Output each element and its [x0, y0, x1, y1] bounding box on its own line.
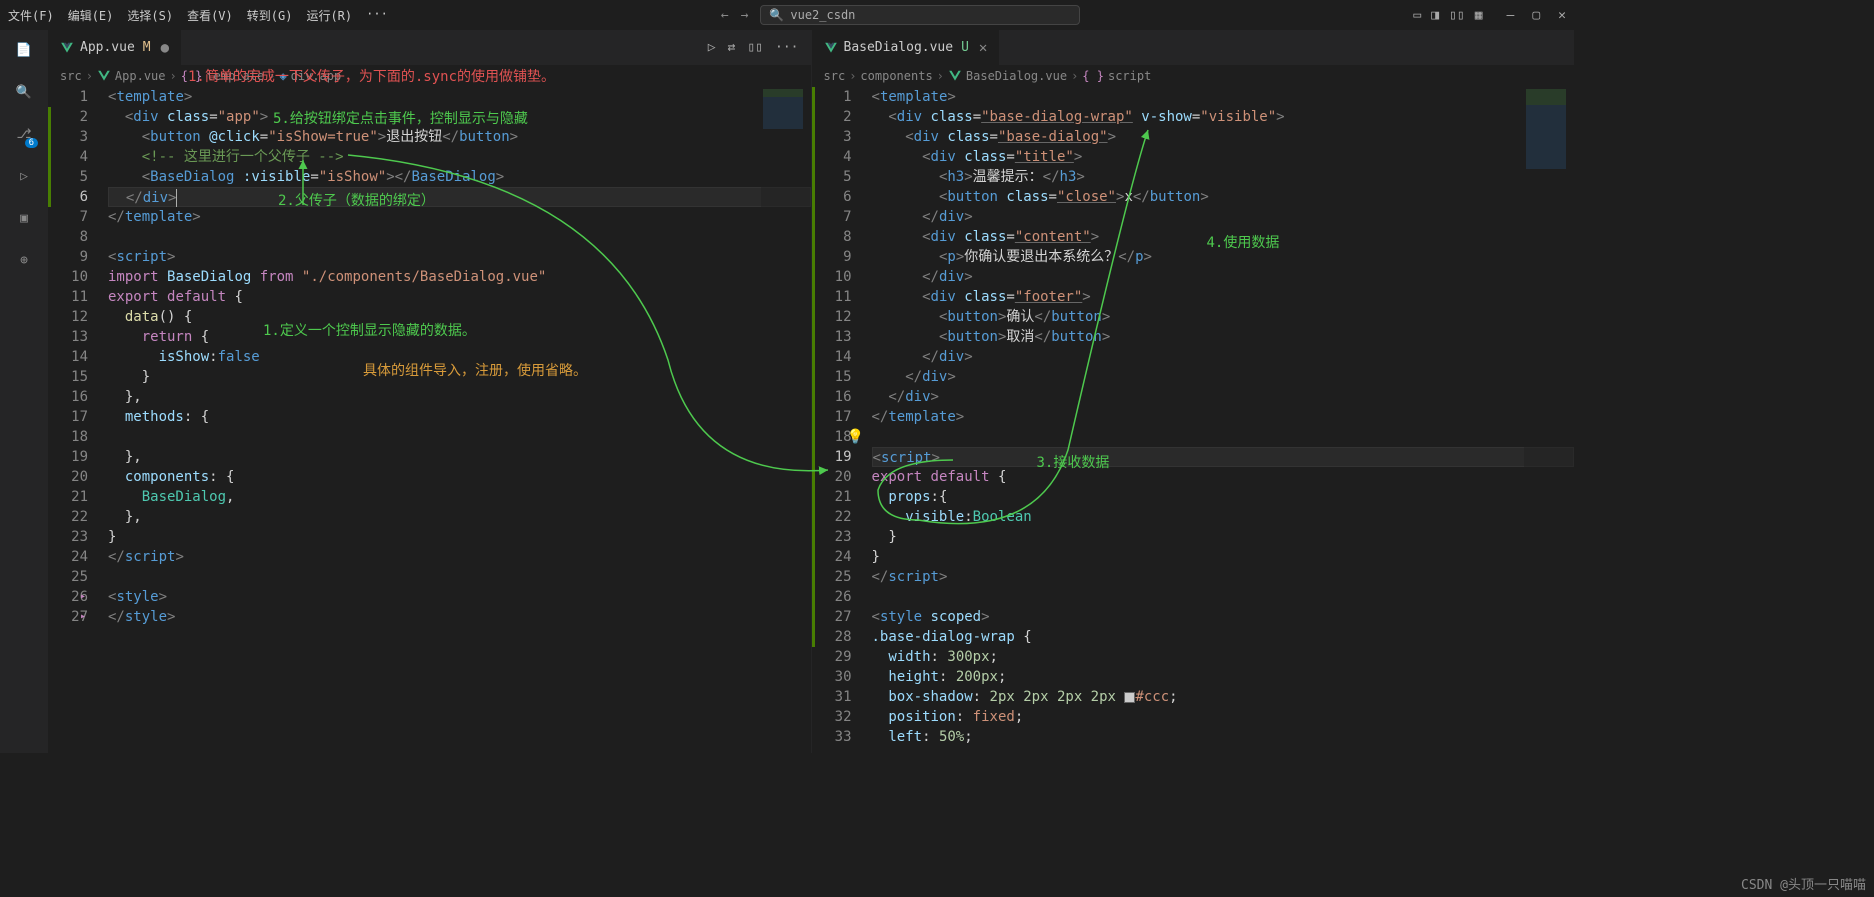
tabbar-left: App.vue M ● ▷ ⇄ ▯▯ ··· — [48, 30, 811, 65]
search-activity-icon[interactable]: 🔍 — [12, 80, 36, 104]
extensions-icon[interactable]: ▣ — [12, 206, 36, 230]
menu-go[interactable]: 转到(G) — [247, 7, 293, 24]
scm-icon[interactable]: ⎇6 — [12, 122, 36, 146]
modified-badge: M — [143, 40, 151, 55]
maximize-icon[interactable]: ▢ — [1532, 8, 1540, 23]
vue-icon — [948, 69, 962, 83]
split-editor-icon[interactable]: ▯▯ — [747, 40, 763, 55]
crumb: App.vue — [115, 69, 166, 83]
vue-icon — [97, 69, 111, 83]
untracked-badge: U — [961, 40, 969, 55]
titlebar: 文件(F) 编辑(E) 选择(S) 查看(V) 转到(G) 运行(R) ··· … — [0, 0, 1574, 30]
menu: 文件(F) 编辑(E) 选择(S) 查看(V) 转到(G) 运行(R) ··· — [8, 7, 388, 24]
search-icon: 🔍 — [769, 8, 784, 22]
crumb: components — [860, 69, 932, 83]
split-icon[interactable]: ⇄ — [728, 40, 736, 55]
menu-more[interactable]: ··· — [366, 7, 388, 24]
menu-select[interactable]: 选择(S) — [127, 7, 173, 24]
tab-app-vue[interactable]: App.vue M ● — [48, 30, 182, 65]
nav-forward-icon[interactable]: → — [741, 8, 749, 23]
more-actions-icon[interactable]: ··· — [775, 40, 798, 55]
gutter: 1234567891011121314151617181920212223242… — [812, 87, 872, 753]
tab-filename: App.vue — [80, 40, 135, 55]
tab-basedialog-vue[interactable]: BaseDialog.vue U ✕ — [812, 30, 1001, 65]
close-tab-icon[interactable]: ● — [161, 40, 169, 56]
crumb: script — [1108, 69, 1151, 83]
breadcrumb-left[interactable]: src› App.vue› { } template› ◈ div.app — [48, 65, 811, 87]
code-area[interactable]: <template> <div class="app"> <button @cl… — [108, 87, 811, 753]
remote-icon[interactable]: ⊕ — [12, 248, 36, 272]
vue-icon — [60, 41, 74, 55]
close-window-icon[interactable]: ✕ — [1558, 8, 1566, 23]
layout-customize-icon[interactable]: ▦ — [1475, 8, 1483, 23]
editor-pane-left: App.vue M ● ▷ ⇄ ▯▯ ··· src› App.vue› { }… — [48, 30, 812, 753]
activity-bar: 📄 🔍 ⎇6 ▷ ▣ ⊕ — [0, 30, 48, 753]
gutter: 1234567891011121314151617181920212223242… — [48, 87, 108, 753]
command-center[interactable]: 🔍 vue2_csdn — [760, 5, 1080, 25]
run-icon[interactable]: ▷ — [708, 40, 716, 55]
minimize-icon[interactable]: — — [1507, 8, 1515, 23]
search-text: vue2_csdn — [790, 8, 855, 22]
crumb: src — [60, 69, 82, 83]
close-tab-icon[interactable]: ✕ — [979, 40, 987, 56]
tabbar-right: BaseDialog.vue U ✕ — [812, 30, 1575, 65]
watermark: CSDN @头顶一只喵喵 — [1741, 874, 1866, 893]
breadcrumb-right[interactable]: src› components› BaseDialog.vue› { } scr… — [812, 65, 1575, 87]
minimap[interactable] — [1524, 87, 1574, 753]
menu-file[interactable]: 文件(F) — [8, 7, 54, 24]
editor-right[interactable]: 1234567891011121314151617181920212223242… — [812, 87, 1575, 753]
layout-panel-icon[interactable]: ▭ — [1413, 8, 1421, 23]
tab-filename: BaseDialog.vue — [844, 40, 954, 55]
layout-panel2-icon[interactable]: ▯▯ — [1449, 8, 1465, 23]
crumb: div.app — [291, 69, 342, 83]
code-area[interactable]: <template> <div class="base-dialog-wrap"… — [872, 87, 1575, 753]
debug-icon[interactable]: ▷ — [12, 164, 36, 188]
crumb: template — [206, 69, 264, 83]
minimap[interactable] — [761, 87, 811, 753]
explorer-icon[interactable]: 📄 — [12, 38, 36, 62]
crumb: BaseDialog.vue — [966, 69, 1067, 83]
vue-icon — [824, 41, 838, 55]
menu-run[interactable]: 运行(R) — [306, 7, 352, 24]
nav-back-icon[interactable]: ← — [721, 8, 729, 23]
menu-view[interactable]: 查看(V) — [187, 7, 233, 24]
scm-badge: 6 — [25, 138, 38, 148]
editor-left[interactable]: 1234567891011121314151617181920212223242… — [48, 87, 811, 753]
crumb: src — [824, 69, 846, 83]
layout-sidebar-icon[interactable]: ◨ — [1431, 8, 1439, 23]
editor-pane-right: BaseDialog.vue U ✕ src› components› Base… — [812, 30, 1575, 753]
menu-edit[interactable]: 编辑(E) — [68, 7, 114, 24]
